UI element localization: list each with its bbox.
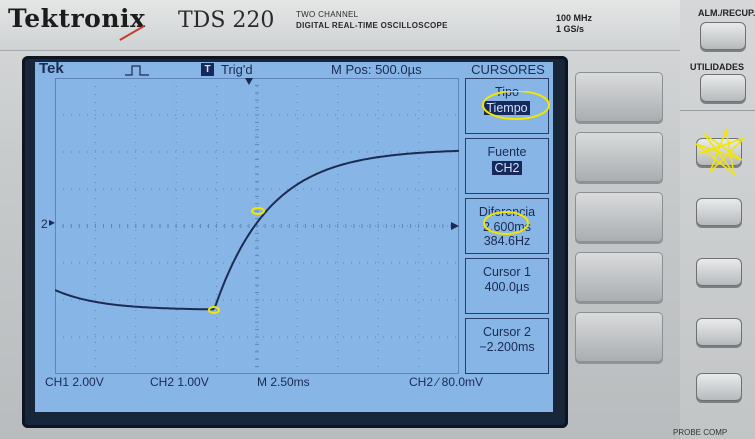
menu-item-label: Cursor 2 <box>483 325 531 339</box>
menu-title: CURSORES <box>471 62 545 77</box>
menu-item-cursor1[interactable]: Cursor 1 400.0µs <box>465 258 549 314</box>
model-subtitle-1: TWO CHANNEL <box>296 10 359 19</box>
waveform-plot <box>55 78 459 374</box>
model-subtitle-2: DIGITAL REAL-TIME OSCILLOSCOPE <box>296 21 448 30</box>
utilities-label: UTILIDADES <box>690 62 744 72</box>
tek-logo: Tek <box>39 60 64 77</box>
utilities-button[interactable] <box>700 74 746 102</box>
spec-sample-rate: 1 GS/s <box>556 24 585 34</box>
model-name: TDS 220 <box>178 8 275 33</box>
ch1-scale: CH1 2.00V <box>45 375 104 389</box>
save-recall-label: ALM./RECUP. <box>698 8 755 18</box>
menu-button-2[interactable] <box>696 198 742 226</box>
menu-annotations <box>482 91 550 235</box>
softkey-2[interactable] <box>575 132 663 182</box>
trigger-info: CH2 ∕ 80.0mV <box>409 375 484 389</box>
menu-button-5[interactable] <box>696 373 742 401</box>
brand-logo: Tektronix <box>8 4 146 33</box>
trigger-position-marker <box>245 78 253 85</box>
horizontal-position: M Pos: 500.0µs <box>331 62 422 77</box>
menu-item-value: −2.200ms <box>479 340 535 354</box>
ch2-ground-arrow: ▸ <box>49 215 56 229</box>
menu-button-4[interactable] <box>696 318 742 346</box>
tipo-annotation <box>482 91 550 120</box>
save-recall-button[interactable] <box>700 22 746 50</box>
trigger-level-marker <box>451 222 459 230</box>
ch2-scale: CH2 1.00V <box>150 375 209 389</box>
timebase: M 2.50ms <box>257 375 310 389</box>
menu-item-value: 400.0µs <box>484 280 530 294</box>
menu-button-3[interactable] <box>696 258 742 286</box>
graticule <box>55 78 459 374</box>
menu-item-label: Cursor 1 <box>483 265 531 279</box>
trigger-icon: T <box>201 63 214 76</box>
ch2-ground-marker: 2 <box>41 217 48 231</box>
softkey-1[interactable] <box>575 72 663 122</box>
header-strip: Tektronix TDS 220 TWO CHANNEL DIGITAL RE… <box>0 0 680 51</box>
panel-divider <box>680 110 755 111</box>
softkey-4[interactable] <box>575 252 663 302</box>
softkey-3[interactable] <box>575 192 663 242</box>
softkey-5[interactable] <box>575 312 663 362</box>
oscilloscope-screen: Tek T Trig'd M Pos: 500.0µs 2 ▸ CURSORES… <box>35 60 553 412</box>
menu-item-cursor2[interactable]: Cursor 2 −2.200ms <box>465 318 549 374</box>
spec-bandwidth: 100 MHz <box>556 13 593 23</box>
trigger-pulse-icon <box>125 65 149 76</box>
diferencia-annotation <box>483 211 529 235</box>
probe-comp-label: PROBE COMP <box>673 428 728 437</box>
trigger-state: Trig'd <box>221 62 253 77</box>
scribble-annotation <box>695 127 745 176</box>
